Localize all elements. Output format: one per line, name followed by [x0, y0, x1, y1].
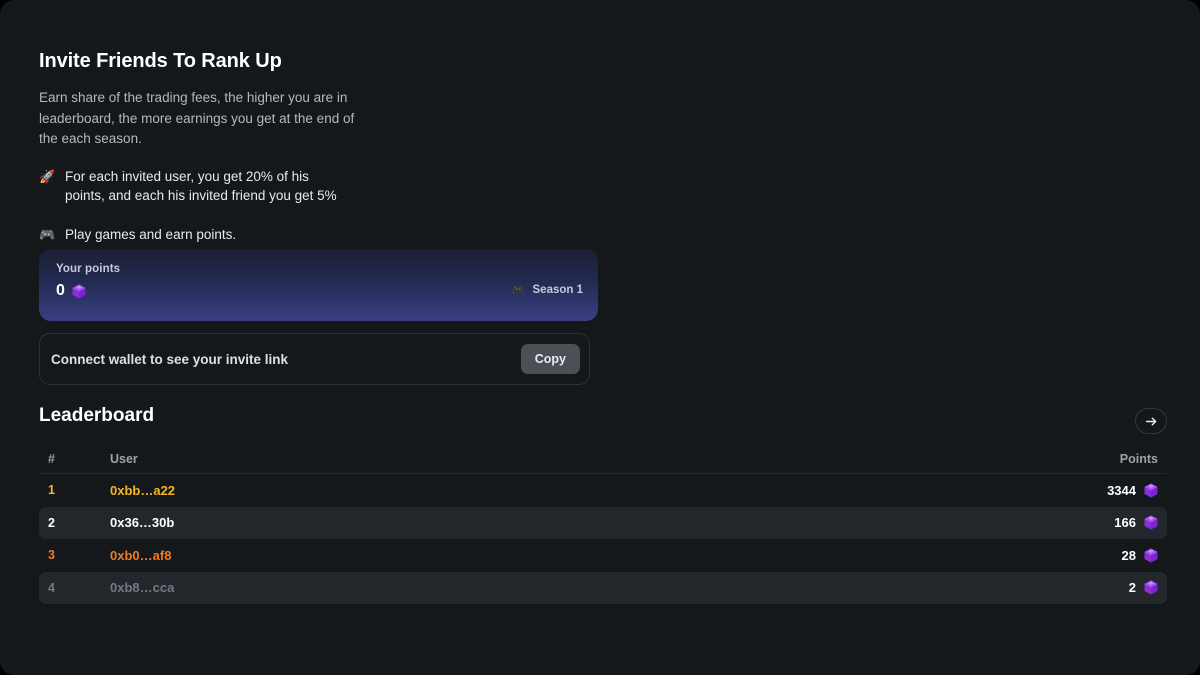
- invite-link-box: Connect wallet to see your invite link C…: [39, 333, 590, 385]
- row-points-value: 3344: [1107, 482, 1136, 498]
- bullet-referral: 🚀 For each invited user, you get 20% of …: [39, 167, 349, 206]
- gamepad-icon: 🎮: [511, 283, 526, 296]
- row-rank: 3: [48, 548, 55, 563]
- arrow-right-icon: [1145, 417, 1156, 425]
- gem-icon: [1144, 580, 1158, 595]
- leaderboard-next-button[interactable]: [1135, 408, 1167, 434]
- your-points-value-row: 0: [56, 282, 86, 300]
- row-user: 0x36…30b: [110, 515, 175, 531]
- leaderboard-title: Leaderboard: [39, 405, 155, 426]
- table-row[interactable]: 1 0xbb…a22 3344: [39, 474, 1167, 507]
- rocket-icon: 🚀: [39, 168, 56, 184]
- your-points-label: Your points: [56, 263, 121, 275]
- your-points-value: 0: [56, 282, 65, 299]
- row-points-cell: 3344: [908, 483, 1158, 498]
- bullet-games-text: Play games and earn points.: [65, 226, 237, 242]
- intro-section: Invite Friends To Rank Up Earn share of …: [39, 48, 659, 244]
- gem-icon: [1144, 483, 1158, 498]
- intro-description: Earn share of the trading fees, the high…: [39, 90, 355, 146]
- page-title: Invite Friends To Rank Up: [39, 50, 282, 72]
- row-points-cell: 166: [908, 515, 1158, 530]
- gem-icon: [72, 284, 86, 299]
- table-header-row: # User Points: [39, 444, 1167, 474]
- row-points-value: 2: [1128, 580, 1136, 596]
- bullet-referral-text: For each invited user, you get 20% of hi…: [65, 168, 337, 204]
- column-header-user: User: [110, 451, 138, 466]
- gem-icon: [1144, 548, 1158, 563]
- copy-button[interactable]: Copy: [520, 344, 580, 374]
- table-row[interactable]: 3 0xb0…af8 28: [39, 539, 1167, 572]
- row-rank: 4: [48, 580, 55, 595]
- row-points-cell: 28: [908, 548, 1158, 563]
- bullet-games: 🎮 Play games and earn points.: [39, 225, 349, 245]
- invite-friends-page: Invite Friends To Rank Up Earn share of …: [0, 0, 1200, 675]
- row-points-cell: 2: [908, 580, 1158, 595]
- season-indicator: 🎮 Season 1: [512, 284, 583, 296]
- row-points-value: 166: [1114, 515, 1136, 531]
- row-user: 0xbb…a22: [110, 482, 176, 498]
- row-rank: 2: [48, 515, 55, 530]
- gamepad-icon: 🎮: [39, 226, 56, 242]
- column-header-rank: #: [48, 451, 55, 466]
- leaderboard-table: # User Points 1 0xbb…a22 3344 2 0x36…30b…: [39, 444, 1167, 604]
- table-row[interactable]: 4 0xb8…cca 2: [39, 571, 1167, 604]
- column-header-points: Points: [1119, 451, 1158, 466]
- season-label: Season 1: [532, 284, 584, 296]
- table-row[interactable]: 2 0x36…30b 166: [39, 506, 1167, 539]
- invite-link-message: Connect wallet to see your invite link: [51, 351, 289, 367]
- row-points-value: 28: [1121, 547, 1136, 563]
- your-points-banner: Your points 0 🎮 Season 1: [39, 249, 598, 321]
- row-user: 0xb8…cca: [110, 580, 175, 596]
- gem-icon: [1144, 515, 1158, 530]
- row-rank: 1: [48, 483, 55, 498]
- row-user: 0xb0…af8: [110, 547, 172, 563]
